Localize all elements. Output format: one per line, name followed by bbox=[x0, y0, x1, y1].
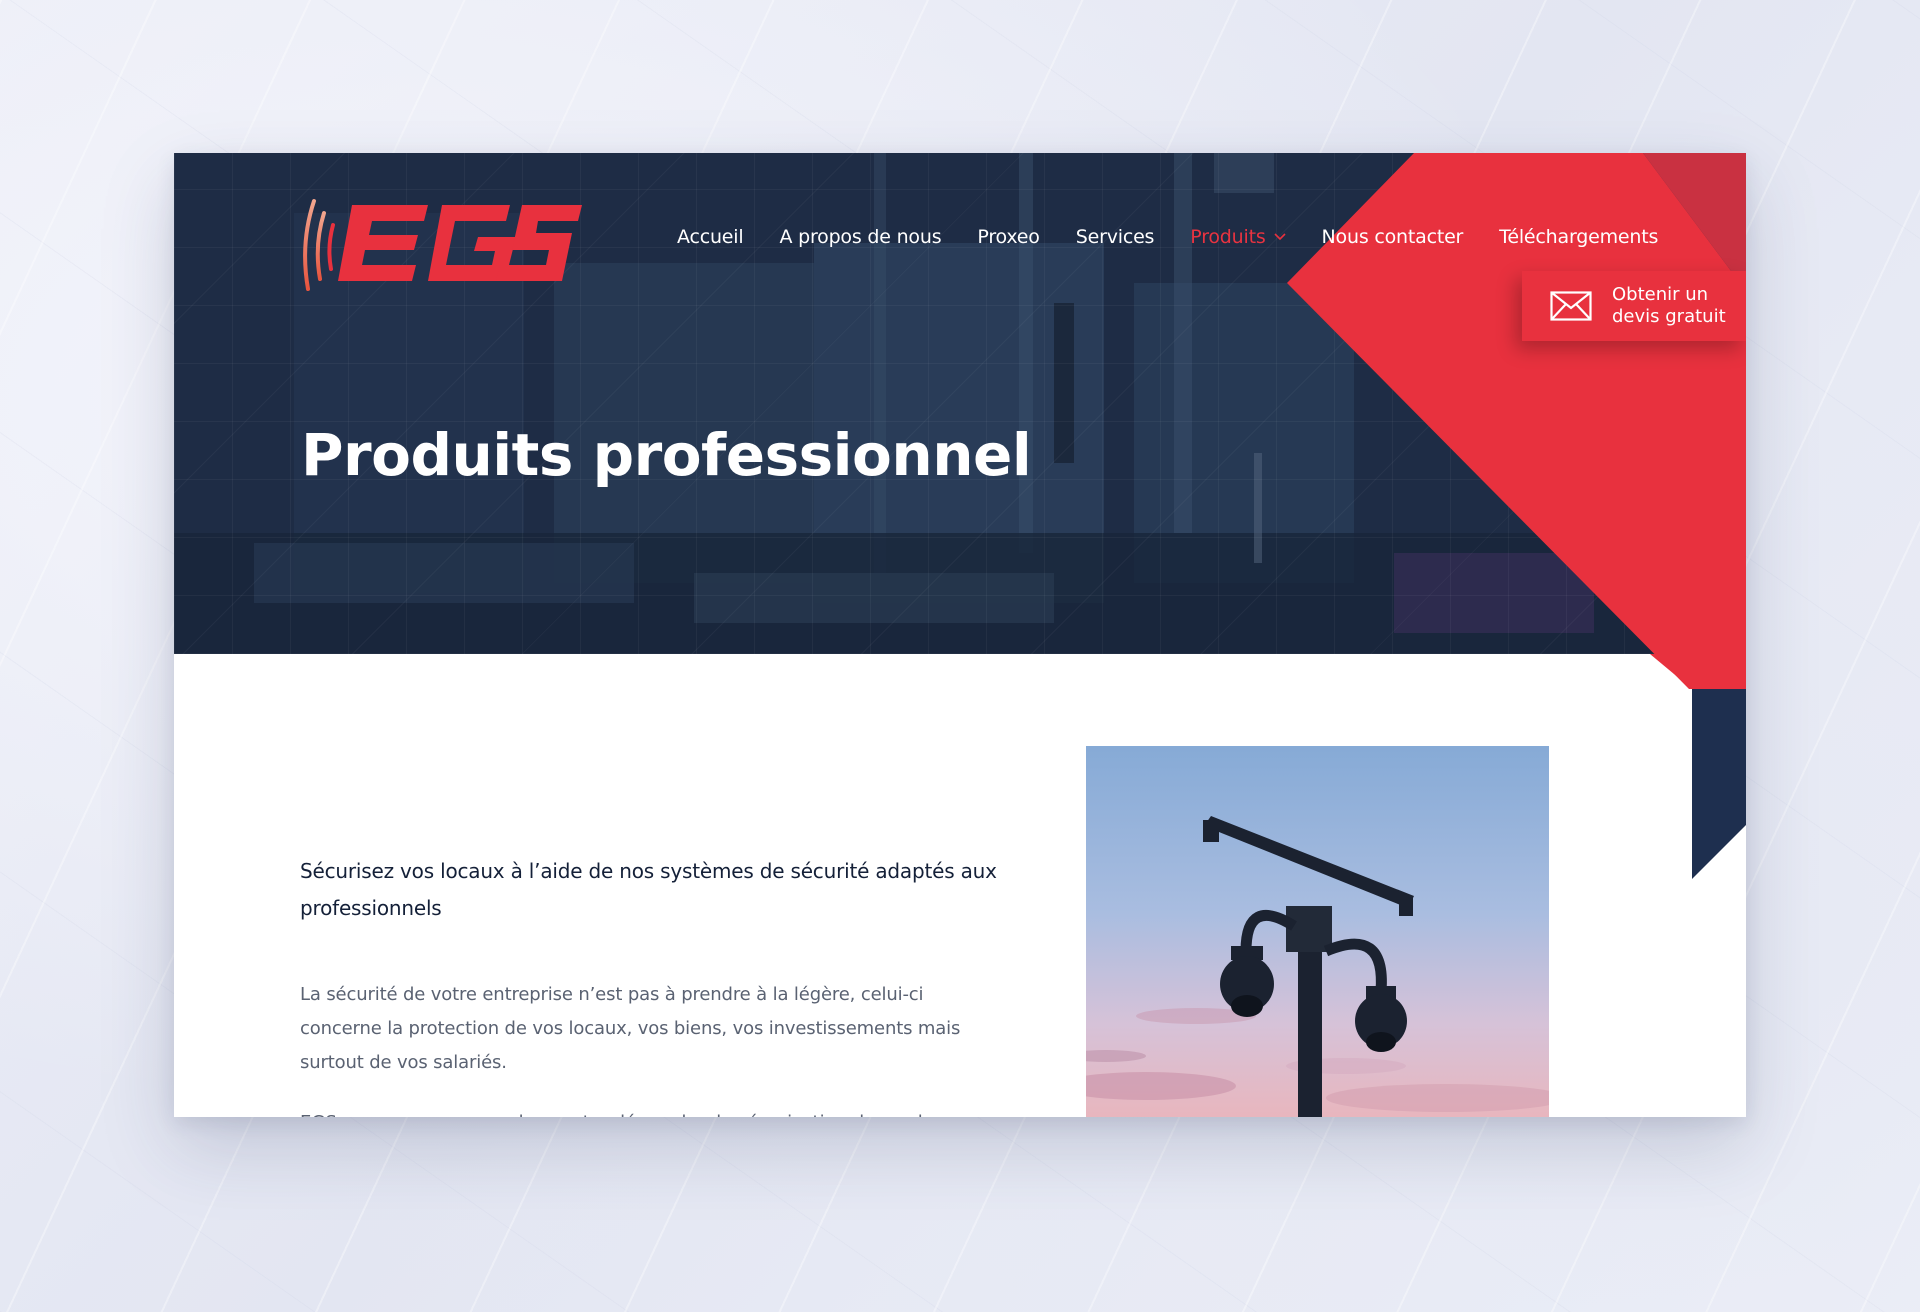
nav-item-proxeo[interactable]: Proxeo bbox=[959, 226, 1057, 248]
nav-item-nous-contacter[interactable]: Nous contacter bbox=[1304, 226, 1482, 248]
chevron-down-icon bbox=[1273, 233, 1286, 241]
page-title: Produits professionnel bbox=[301, 421, 1032, 489]
nav-label: Accueil bbox=[677, 226, 744, 248]
nav-label: Services bbox=[1075, 226, 1155, 248]
nav-label: Proxeo bbox=[977, 226, 1040, 248]
nav-label: Produits bbox=[1190, 226, 1266, 248]
nav-item-services[interactable]: Services bbox=[1058, 226, 1173, 248]
nav-label: Téléchargements bbox=[1499, 226, 1659, 248]
nav-item-telechargements[interactable]: Téléchargements bbox=[1481, 226, 1676, 248]
free-quote-button[interactable]: Obtenir un devis gratuit bbox=[1522, 271, 1746, 341]
free-quote-label: Obtenir un devis gratuit bbox=[1612, 284, 1726, 327]
section-paragraph-cut: EGS vous accompagne dans votre démarche … bbox=[300, 1106, 980, 1117]
nav-item-accueil[interactable]: Accueil bbox=[659, 226, 761, 248]
egs-logo[interactable] bbox=[300, 193, 582, 293]
security-camera-photo bbox=[1086, 746, 1549, 1117]
nav-label: A propos de nous bbox=[779, 226, 942, 248]
nav-item-produits[interactable]: Produits bbox=[1172, 226, 1303, 248]
envelope-icon bbox=[1550, 291, 1592, 321]
website-screenshot: Accueil A propos de nous Proxeo Services… bbox=[174, 153, 1746, 1117]
main-navigation: Accueil A propos de nous Proxeo Services… bbox=[659, 226, 1676, 248]
nav-item-a-propos[interactable]: A propos de nous bbox=[761, 226, 959, 248]
section-paragraph: La sécurité de votre entreprise n’est pa… bbox=[300, 984, 961, 1073]
nav-label: Nous contacter bbox=[1321, 226, 1464, 248]
section-heading: Sécurisez vos locaux à l’aide de nos sys… bbox=[300, 859, 997, 920]
